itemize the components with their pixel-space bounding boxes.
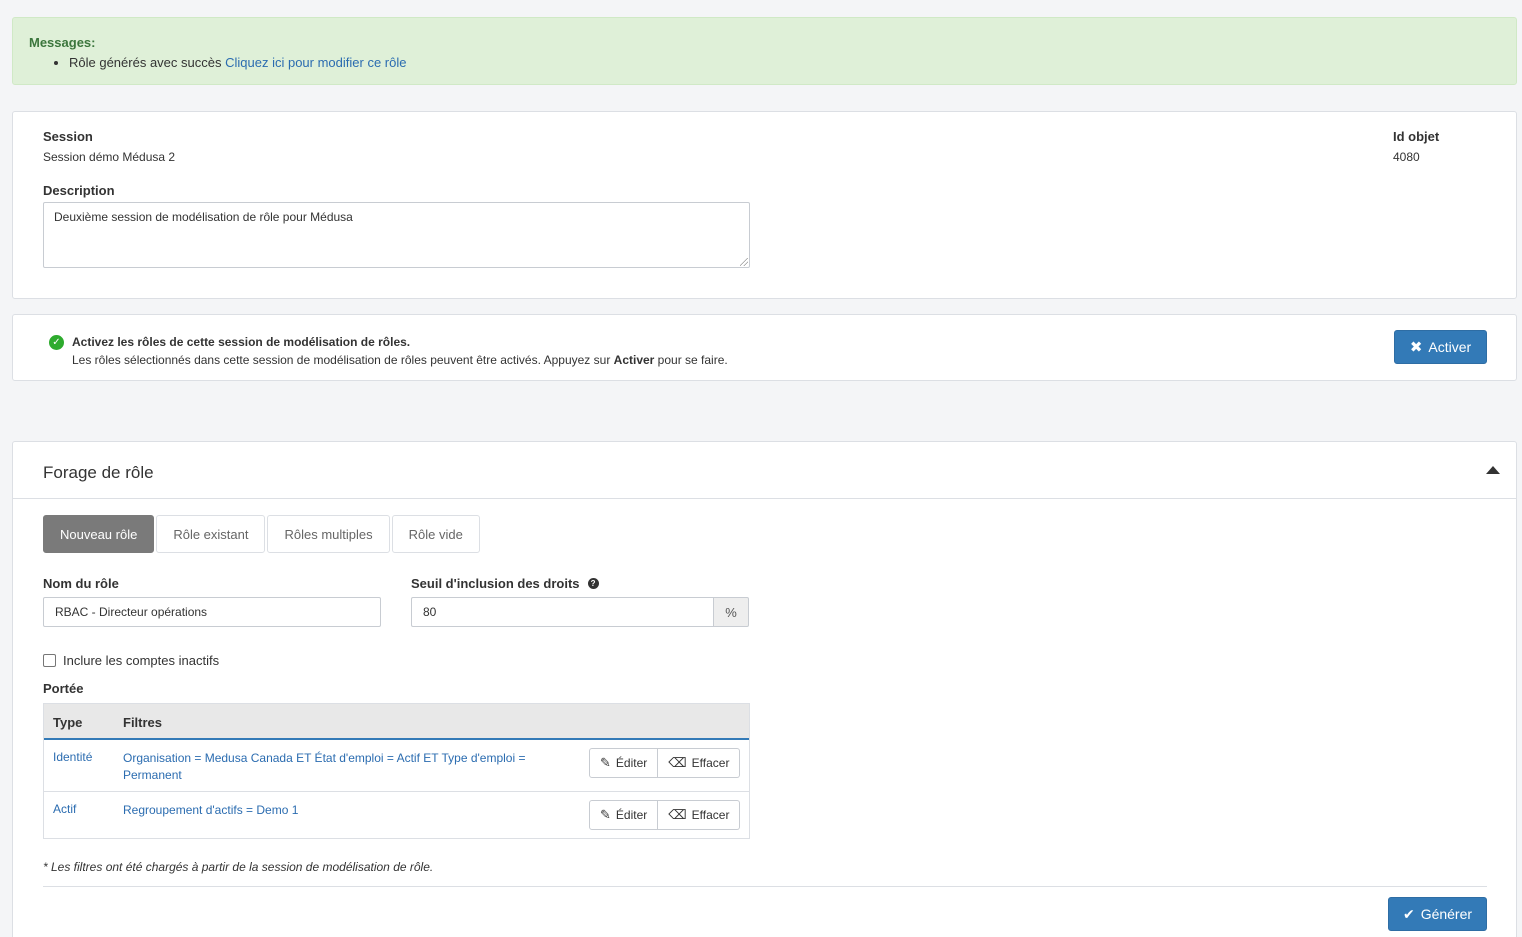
activate-description: Les rôles sélectionnés dans cette sessio… [72, 353, 728, 367]
activate-message: Activez les rôles de cette session de mo… [72, 333, 728, 369]
modify-role-link[interactable]: Cliquez ici pour modifier ce rôle [225, 55, 406, 70]
description-textarea[interactable]: Deuxième session de modélisation de rôle… [43, 202, 750, 268]
clear-button[interactable]: ⌫ Effacer [658, 800, 741, 830]
session-value: Session démo Médusa 2 [43, 150, 176, 164]
eraser-icon: ⌫ [668, 807, 687, 822]
check-icon: ✔ [1402, 905, 1415, 922]
filters-note: * Les filtres ont été chargés à partir d… [43, 860, 434, 874]
tab-nouveau-role[interactable]: Nouveau rôle [43, 515, 155, 553]
row-type-link[interactable]: Identité [53, 750, 92, 764]
include-inactive-checkbox[interactable] [43, 654, 56, 667]
activate-button-label: Activer [1428, 339, 1472, 355]
role-type-tabs: Nouveau rôle Rôle existant Rôles multipl… [43, 515, 480, 553]
question-circle-icon[interactable]: ? [587, 578, 599, 589]
threshold-input[interactable] [411, 597, 713, 627]
activate-button[interactable]: ✖ Activer [1394, 330, 1487, 364]
role-name-input[interactable] [43, 597, 381, 627]
tab-role-existant[interactable]: Rôle existant [156, 515, 266, 553]
scope-table-header: Type Filtres [44, 704, 749, 740]
message-item: Rôle générés avec succès Cliquez ici pou… [69, 54, 1500, 71]
table-row: Actif Regroupement d'actifs = Demo 1 ✎ É… [44, 792, 749, 838]
row-filter-link[interactable]: Organisation = Medusa Canada ET État d'e… [123, 750, 543, 784]
divider [43, 886, 1487, 887]
threshold-label: Seuil d'inclusion des droits ? [411, 576, 599, 591]
object-id-value: 4080 [1393, 150, 1420, 164]
times-icon: ✖ [1409, 339, 1423, 356]
include-inactive-label[interactable]: Inclure les comptes inactifs [63, 653, 219, 668]
tab-role-vide[interactable]: Rôle vide [391, 515, 480, 553]
edit-icon: ✎ [600, 807, 611, 822]
check-circle-icon: ✓ [49, 335, 64, 350]
generate-button[interactable]: ✔ Générer [1388, 897, 1487, 931]
row-actions: ✎ Éditer ⌫ Effacer [589, 748, 741, 778]
message-text: Rôle générés avec succès [69, 55, 222, 70]
activate-title: Activez les rôles de cette session de mo… [72, 335, 411, 349]
clear-button[interactable]: ⌫ Effacer [658, 748, 741, 778]
session-field: Session Session démo Médusa 2 [43, 129, 175, 164]
edit-button[interactable]: ✎ Éditer [589, 748, 659, 778]
activate-panel: ✓ Activez les rôles de cette session de … [12, 314, 1517, 381]
generate-button-label: Générer [1420, 906, 1473, 922]
scope-table: Type Filtres Identité Organisation = Med… [43, 703, 750, 839]
tab-roles-multiples[interactable]: Rôles multiples [267, 515, 390, 553]
edit-button[interactable]: ✎ Éditer [589, 800, 659, 830]
messages-title: Messages: [29, 35, 96, 50]
description-value: Deuxième session de modélisation de rôle… [54, 210, 353, 224]
success-messages-alert: Messages: Rôle générés avec succès Cliqu… [12, 17, 1517, 85]
table-row: Identité Organisation = Medusa Canada ET… [44, 740, 749, 792]
object-id-field: Id objet 4080 [1393, 129, 1439, 164]
resize-grip-icon[interactable] [740, 258, 748, 266]
collapse-caret-icon[interactable] [1486, 466, 1500, 474]
column-header-type: Type [53, 715, 83, 730]
role-mining-title: Forage de rôle [43, 463, 154, 482]
object-id-label: Id objet [1393, 129, 1440, 144]
threshold-input-group: % [411, 597, 749, 627]
role-mining-header[interactable]: Forage de rôle [13, 442, 1516, 499]
edit-icon: ✎ [600, 755, 611, 770]
row-type-link[interactable]: Actif [53, 802, 76, 816]
description-label: Description [43, 183, 115, 198]
eraser-icon: ⌫ [668, 755, 687, 770]
role-name-label: Nom du rôle [43, 576, 119, 591]
scope-label: Portée [43, 681, 84, 696]
row-actions: ✎ Éditer ⌫ Effacer [589, 800, 741, 830]
percent-addon: % [713, 597, 749, 627]
column-header-filters: Filtres [123, 715, 163, 730]
messages-list: Rôle générés avec succès Cliquez ici pou… [29, 54, 1500, 71]
row-filter-link[interactable]: Regroupement d'actifs = Demo 1 [123, 802, 543, 819]
role-mining-panel: Forage de rôle Nouveau rôle Rôle existan… [12, 441, 1517, 937]
include-inactive-row: Inclure les comptes inactifs [43, 653, 219, 668]
session-label: Session [43, 129, 93, 144]
session-panel: Session Session démo Médusa 2 Id objet 4… [12, 111, 1517, 299]
